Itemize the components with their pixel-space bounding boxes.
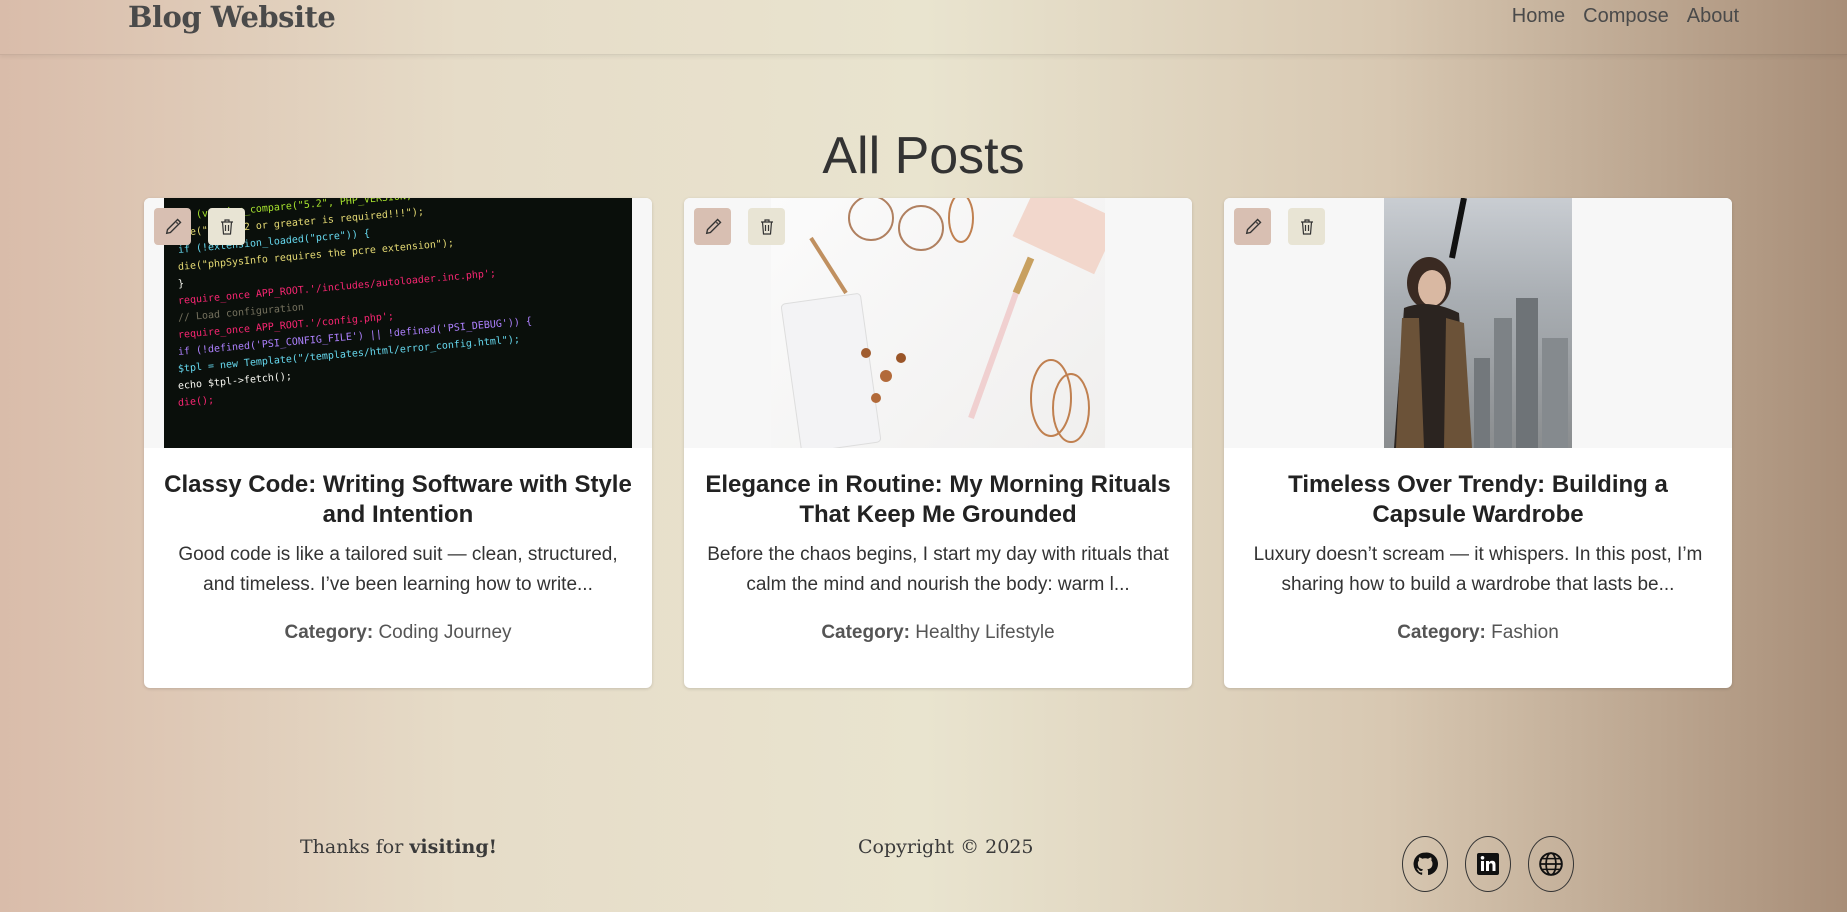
nav-about-link[interactable]: About — [1687, 5, 1739, 28]
trash-icon — [760, 218, 773, 235]
linkedin-link[interactable] — [1465, 836, 1511, 892]
post-title[interactable]: Timeless Over Trendy: Building a Capsule… — [1244, 470, 1712, 530]
brand-logo[interactable]: Blog Website — [128, 0, 336, 34]
post-image — [1384, 198, 1572, 448]
thanks-bold: visiting! — [409, 836, 497, 858]
footer-thanks: Thanks for visiting! — [300, 836, 497, 858]
copyright-text: Copyright © 2025 — [858, 836, 1034, 858]
post-category: Category: Coding Journey — [144, 622, 652, 644]
post-excerpt: Luxury doesn’t scream — it whispers. In … — [1253, 544, 1703, 595]
post-excerpt: Good code is like a tailored suit — clea… — [178, 544, 618, 595]
city-portrait-illustration — [1394, 198, 1568, 448]
post-image-container — [1224, 198, 1732, 448]
post-category: Category: Healthy Lifestyle — [684, 622, 1192, 644]
pencil-icon — [1245, 218, 1261, 234]
website-link[interactable] — [1528, 836, 1574, 892]
category-value: Coding Journey — [378, 622, 512, 643]
thanks-prefix: Thanks for — [300, 836, 410, 858]
delete-post-button[interactable] — [748, 208, 785, 245]
post-card[interactable]: Elegance in Routine: My Morning Rituals … — [684, 198, 1192, 688]
category-value: Healthy Lifestyle — [915, 622, 1055, 643]
globe-icon — [1539, 852, 1563, 876]
delete-post-button[interactable] — [1288, 208, 1325, 245]
pencil-icon — [705, 218, 721, 234]
nav-compose-link[interactable]: Compose — [1583, 5, 1669, 28]
pencil-icon — [165, 218, 181, 234]
github-icon — [1413, 852, 1438, 876]
nav-links: Home Compose About — [1512, 5, 1739, 28]
desk-flatlay-illustration — [780, 198, 1105, 448]
linkedin-icon — [1477, 853, 1499, 875]
trash-icon — [220, 218, 233, 235]
post-image-container — [684, 198, 1192, 448]
delete-post-button[interactable] — [208, 208, 245, 245]
post-title[interactable]: Classy Code: Writing Software with Style… — [164, 470, 632, 530]
post-image-container: if (version_compare("5.2", PHP_VERSION, … — [144, 198, 652, 448]
category-value: Fashion — [1491, 622, 1559, 643]
edit-post-button[interactable] — [154, 208, 191, 245]
post-card[interactable]: Timeless Over Trendy: Building a Capsule… — [1224, 198, 1732, 688]
category-label: Category: — [821, 622, 910, 643]
github-link[interactable] — [1402, 836, 1448, 892]
edit-post-button[interactable] — [694, 208, 731, 245]
post-title[interactable]: Elegance in Routine: My Morning Rituals … — [704, 470, 1172, 530]
page-title: All Posts — [822, 127, 1025, 185]
edit-post-button[interactable] — [1234, 208, 1271, 245]
post-category: Category: Fashion — [1224, 622, 1732, 644]
category-label: Category: — [1397, 622, 1486, 643]
trash-icon — [1300, 218, 1313, 235]
nav-home-link[interactable]: Home — [1512, 5, 1565, 28]
post-excerpt: Before the chaos begins, I start my day … — [707, 544, 1169, 595]
category-label: Category: — [284, 622, 374, 643]
post-image — [771, 198, 1105, 448]
post-card[interactable]: if (version_compare("5.2", PHP_VERSION, … — [144, 198, 652, 688]
navbar: Blog Website Home Compose About — [0, 0, 1847, 55]
